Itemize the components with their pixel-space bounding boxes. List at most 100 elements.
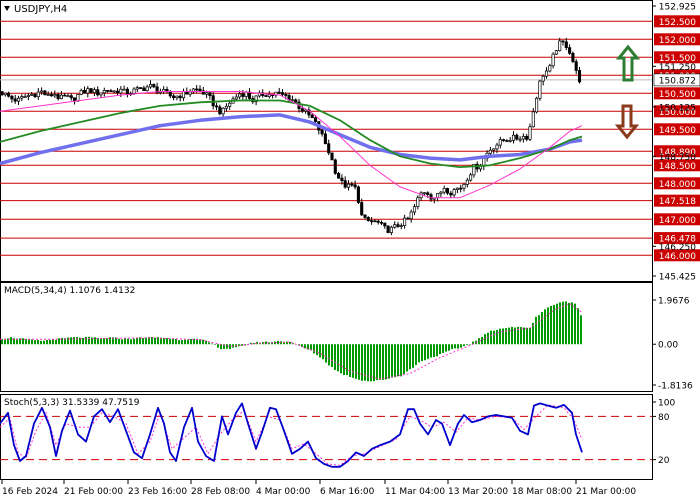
macd-histogram-bar xyxy=(523,327,525,345)
macd-histogram-bar xyxy=(154,337,156,345)
candle-down xyxy=(353,184,357,188)
candle-down xyxy=(379,221,384,224)
candle-up xyxy=(518,138,522,141)
macd-histogram-bar xyxy=(52,339,54,345)
level-label: 146.000 xyxy=(659,252,696,262)
macd-histogram-bar xyxy=(277,340,279,345)
candle-up xyxy=(119,88,123,94)
candle-down xyxy=(577,70,582,83)
candle-up xyxy=(181,91,186,99)
macd-histogram-bar xyxy=(214,344,216,345)
macd-histogram-bar xyxy=(1,339,3,345)
macd-histogram-bar xyxy=(166,338,168,345)
candle-up xyxy=(234,96,238,100)
price-tick-label: 151.250 xyxy=(659,63,696,73)
candle-down xyxy=(56,94,60,100)
candle-up xyxy=(544,70,549,77)
macd-histogram-bar xyxy=(334,344,336,370)
macd-histogram-bar xyxy=(265,341,267,345)
candle-down xyxy=(370,220,374,222)
candle-down xyxy=(525,136,529,140)
time-tick-label: 6 Mar 16:00 xyxy=(320,487,375,497)
candle-down xyxy=(340,177,344,182)
candle-down xyxy=(330,152,334,161)
macd-histogram-bar xyxy=(427,344,429,359)
candle-up xyxy=(436,193,440,199)
macd-histogram-bar xyxy=(415,344,417,366)
macd-histogram-bar xyxy=(217,344,219,348)
candle-up xyxy=(422,192,426,195)
macd-histogram-bar xyxy=(361,344,363,381)
candle-up xyxy=(76,94,80,102)
candle-up xyxy=(221,107,225,115)
candle-up xyxy=(16,97,21,102)
candle-up xyxy=(86,88,90,94)
candle-down xyxy=(49,94,54,97)
macd-histogram-bar xyxy=(175,338,177,345)
macd-histogram-bar xyxy=(121,339,123,345)
macd-histogram-bar xyxy=(31,339,33,345)
candle-down xyxy=(360,202,364,216)
candle-up xyxy=(412,206,417,213)
candle-down xyxy=(264,95,268,97)
candle-down xyxy=(63,94,67,97)
macd-histogram-bar xyxy=(445,344,447,352)
candle-up xyxy=(511,134,516,141)
macd-histogram-bar xyxy=(469,344,471,345)
macd-histogram-bar xyxy=(97,338,99,345)
macd-histogram-bar xyxy=(481,336,483,345)
candle-up xyxy=(267,94,271,97)
candle-down xyxy=(445,188,450,194)
candle-down xyxy=(7,92,11,97)
macd-histogram-bar xyxy=(292,343,294,345)
macd-histogram-bar xyxy=(580,315,582,345)
macd-histogram-bar xyxy=(406,344,408,372)
candle-up xyxy=(508,140,512,142)
macd-histogram-bar xyxy=(466,344,468,346)
candle-down xyxy=(313,117,318,122)
candle-down xyxy=(320,129,324,135)
macd-histogram-bar xyxy=(211,343,213,345)
macd-histogram-bar xyxy=(409,344,411,370)
candle-up xyxy=(492,148,496,151)
macd-histogram-bar xyxy=(526,327,528,345)
macd-histogram-bar xyxy=(373,344,375,382)
macd-histogram-bar xyxy=(142,338,144,345)
candle-up xyxy=(538,80,542,99)
macd-histogram-bar xyxy=(421,344,423,362)
macd-histogram-bar xyxy=(433,344,435,357)
stoch-tick-label: 80 xyxy=(658,413,670,423)
macd-tick-label: -1.8136 xyxy=(658,382,693,392)
candle-up xyxy=(439,191,443,194)
macd-histogram-bar xyxy=(400,344,402,377)
macd-histogram-bar xyxy=(178,340,180,345)
candle-up xyxy=(452,189,456,196)
candle-down xyxy=(363,214,367,218)
time-tick-label: 4 Mar 00:00 xyxy=(256,487,311,497)
candle-down xyxy=(0,91,4,96)
macd-histogram-bar xyxy=(322,344,324,360)
macd-histogram-bar xyxy=(187,339,189,345)
macd-histogram-bar xyxy=(46,339,48,345)
candle-down xyxy=(115,90,120,94)
candle-down xyxy=(310,114,314,119)
macd-histogram-bar xyxy=(436,344,438,357)
macd-histogram-bar xyxy=(388,344,390,379)
candle-up xyxy=(389,226,393,233)
level-label: 152.000 xyxy=(659,36,696,46)
macd-histogram-bar xyxy=(127,338,129,345)
time-tick-label: 16 Feb 2024 xyxy=(2,487,58,497)
candle-up xyxy=(465,179,469,185)
candle-up xyxy=(92,89,96,93)
time-tick-label: 21 Mar 00:00 xyxy=(576,487,636,497)
macd-histogram-bar xyxy=(241,344,243,346)
macd-histogram-bar xyxy=(169,338,171,345)
macd-histogram-bar xyxy=(493,330,495,345)
candle-up xyxy=(59,94,63,100)
macd-histogram-bar xyxy=(73,337,75,345)
macd-tick-label: 1.9676 xyxy=(658,297,690,307)
macd-histogram-bar xyxy=(349,344,351,377)
macd-histogram-bar xyxy=(556,303,558,345)
candle-down xyxy=(139,87,143,89)
candle-down xyxy=(211,95,215,107)
